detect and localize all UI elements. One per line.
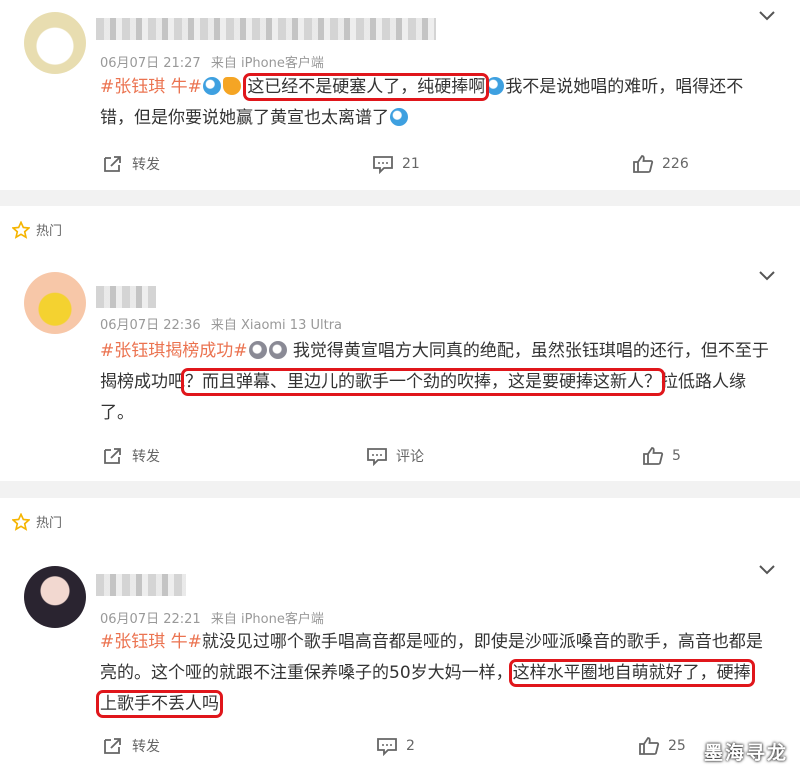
- comment-icon: [377, 738, 397, 756]
- star-icon: [12, 512, 30, 531]
- chevron-down-icon[interactable]: [758, 564, 776, 576]
- emoji-icon: [248, 341, 267, 359]
- chevron-down-icon[interactable]: [758, 270, 776, 282]
- comment-button[interactable]: 21: [372, 154, 420, 174]
- comment-time: 06月07日 22:21: [100, 612, 201, 627]
- repost-label: 转发: [132, 739, 160, 755]
- doraemon-emoji-icon: [486, 77, 505, 95]
- comment-card-2: 热门 06月07日 22:36 来自 Xiaomi 13 Ultra #张钰琪揭…: [0, 206, 800, 481]
- share-icon: [104, 448, 121, 464]
- comment-count: 21: [402, 156, 420, 172]
- like-button[interactable]: 5: [642, 446, 681, 466]
- hot-text: 热门: [36, 516, 63, 531]
- repost-label: 转发: [132, 157, 160, 173]
- action-bar: 转发 评论 5: [100, 446, 760, 470]
- hot-text: 热门: [36, 224, 63, 239]
- hot-label: 热门: [12, 220, 62, 239]
- username-blurred[interactable]: [96, 18, 436, 40]
- carrot-emoji-icon: [222, 77, 241, 95]
- comment-source: 来自 iPhone客户端: [210, 612, 324, 627]
- comment-source: 来自 Xiaomi 13 Ultra: [210, 318, 343, 333]
- action-bar: 转发 21 226: [100, 154, 760, 178]
- comment-source: 来自 iPhone客户端: [210, 56, 324, 71]
- comment-meta: 06月07日 21:27 来自 iPhone客户端: [100, 52, 330, 71]
- thumbs-up-icon: [643, 447, 664, 465]
- watermark: 墨海寻龙: [703, 742, 788, 764]
- comment-card-3: 热门 06月07日 22:21 来自 iPhone客户端 #张钰琪 牛#就没见过…: [0, 498, 800, 777]
- share-icon: [104, 156, 121, 172]
- repost-label: 转发: [132, 449, 160, 465]
- topic-tag[interactable]: #张钰琪揭榜成功#: [100, 341, 248, 361]
- avatar[interactable]: [24, 566, 86, 628]
- highlighted-text: 这样水平圈地自萌就好了，硬捧: [508, 659, 755, 687]
- repost-button[interactable]: 转发: [102, 154, 160, 174]
- comment-button[interactable]: 2: [376, 736, 415, 756]
- highlighted-text: 这已经不是硬塞人了，纯硬捧啊: [243, 73, 490, 101]
- repost-button[interactable]: 转发: [102, 446, 160, 466]
- comment-text: #张钰琪 牛#就没见过哪个歌手唱高音都是哑的，即使是沙哑派嗓音的歌手，高音也都是…: [96, 627, 772, 720]
- thumbs-up-icon: [639, 737, 660, 755]
- like-button[interactable]: 25: [638, 736, 686, 756]
- comment-card-1: 06月07日 21:27 来自 iPhone客户端 #张钰琪 牛# 这已经不是硬…: [0, 0, 800, 190]
- chevron-down-icon[interactable]: [758, 10, 776, 22]
- comment-count: 2: [406, 738, 415, 754]
- thumbs-up-icon: [633, 155, 654, 173]
- comment-text: #张钰琪 牛# 这已经不是硬塞人了，纯硬捧啊 我不是说她唱的难听，唱得还不错，但是…: [100, 72, 772, 134]
- like-button[interactable]: 226: [632, 154, 689, 174]
- like-count: 226: [662, 156, 689, 172]
- topic-tag[interactable]: #张钰琪 牛#: [100, 632, 202, 652]
- comment-time: 06月07日 21:27: [100, 56, 201, 71]
- avatar[interactable]: [24, 272, 86, 334]
- star-icon: [12, 220, 30, 239]
- comment-text: #张钰琪揭榜成功# 我觉得黄宣唱方大同真的绝配，虽然张钰琪唱的还行，但不至于揭榜…: [100, 336, 772, 429]
- comment-label: 评论: [396, 449, 424, 465]
- topic-tag[interactable]: #张钰琪 牛#: [100, 77, 202, 97]
- avatar[interactable]: [24, 12, 86, 74]
- doraemon-emoji-icon: [202, 77, 221, 95]
- share-icon: [104, 738, 121, 754]
- hot-label: 热门: [12, 512, 62, 531]
- emoji-icon: [268, 341, 287, 359]
- username-blurred[interactable]: [96, 574, 186, 596]
- comment-meta: 06月07日 22:21 来自 iPhone客户端: [100, 608, 330, 627]
- comment-icon: [373, 156, 393, 174]
- comment-meta: 06月07日 22:36 来自 Xiaomi 13 Ultra: [100, 314, 348, 333]
- username-blurred[interactable]: [96, 286, 156, 308]
- comment-icon: [367, 448, 387, 466]
- highlighted-text: ？而且弹幕、里边儿的歌手一个劲的吹捧，这是要硬捧这新人？: [181, 368, 665, 396]
- like-count: 25: [668, 738, 686, 754]
- action-bar: 转发 2 25: [100, 736, 760, 760]
- highlighted-text: 上歌手不丢人吗: [96, 690, 223, 718]
- doraemon-emoji-icon: [390, 108, 408, 126]
- comment-button[interactable]: 评论: [366, 446, 424, 466]
- comment-time: 06月07日 22:36: [100, 318, 201, 333]
- like-count: 5: [672, 448, 681, 464]
- repost-button[interactable]: 转发: [102, 736, 160, 756]
